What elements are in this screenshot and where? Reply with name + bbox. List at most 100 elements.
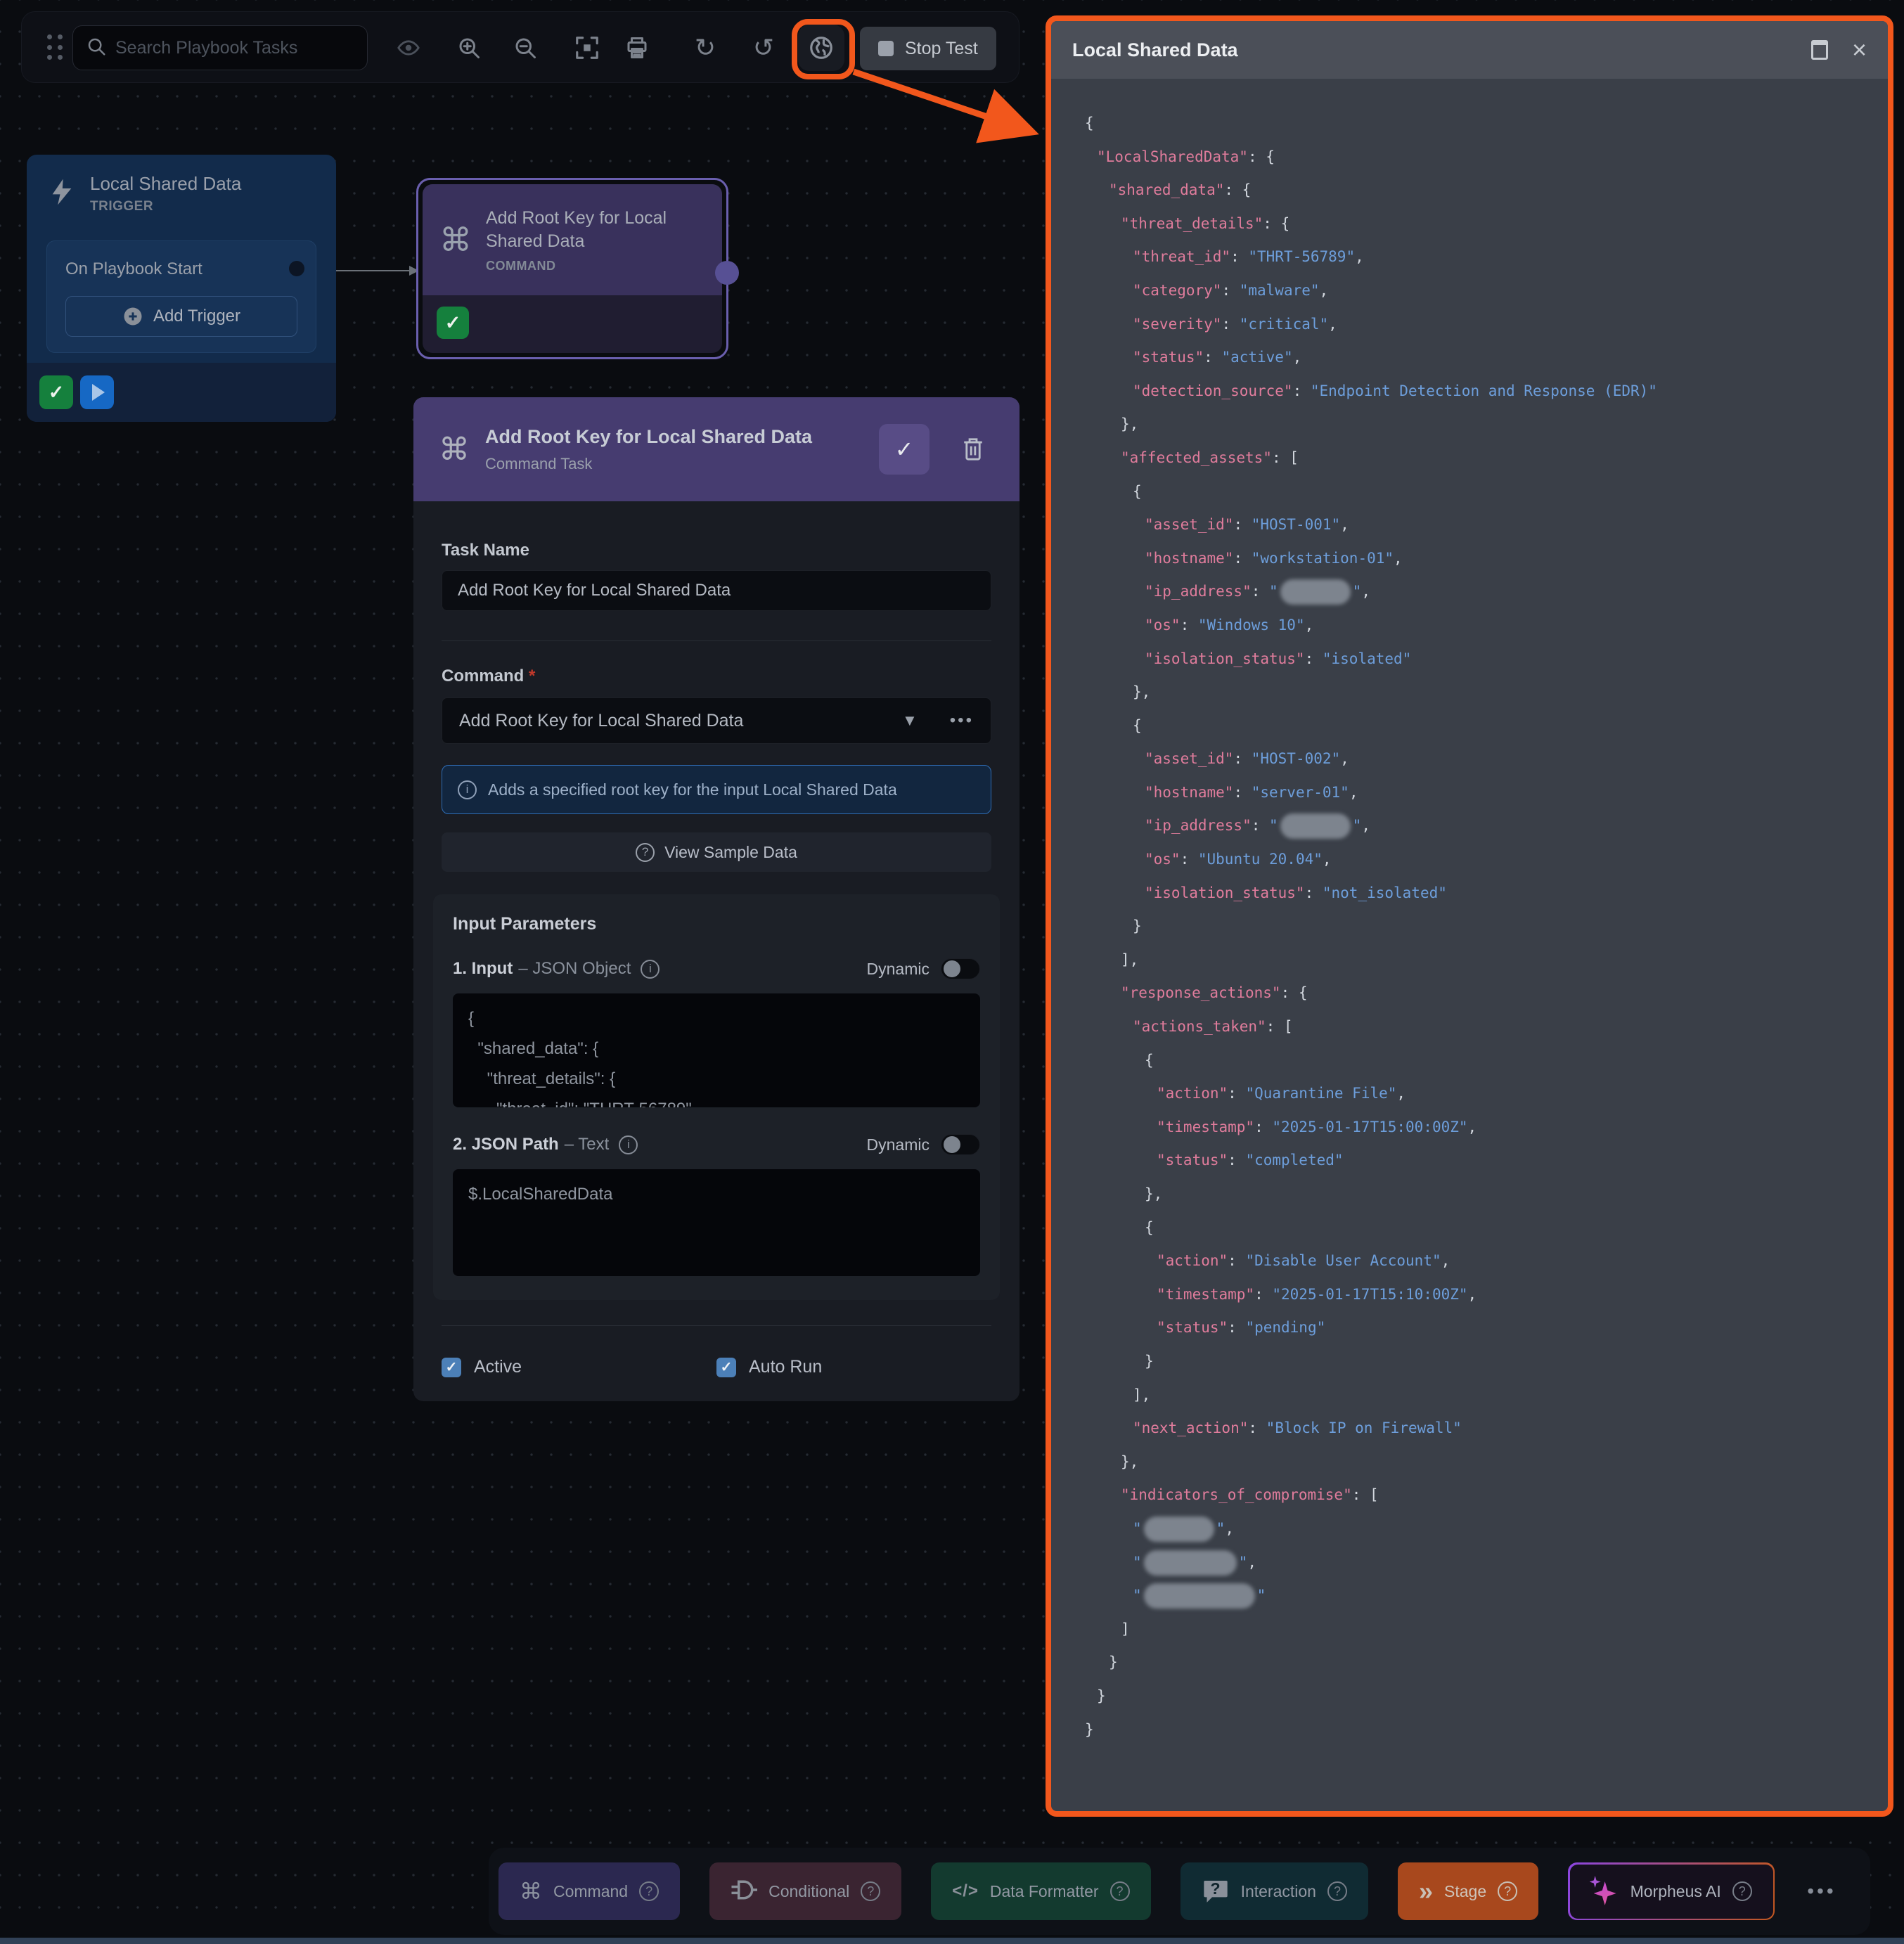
redo-icon[interactable]: ↻ (682, 25, 728, 71)
confirm-task-button[interactable]: ✓ (879, 424, 930, 475)
undo-icon[interactable]: ↺ (740, 25, 787, 71)
help-icon[interactable]: ? (1327, 1881, 1347, 1901)
trigger-node[interactable]: Local Shared Data TRIGGER On Playbook St… (27, 155, 336, 422)
json-path-editor[interactable]: $.LocalSharedData (453, 1169, 980, 1276)
dynamic-toggle[interactable] (941, 1134, 980, 1155)
output-port[interactable] (715, 261, 739, 285)
palette-data-formatter-button[interactable]: </> Data Formatter ? (931, 1862, 1150, 1920)
active-checkbox[interactable]: ✓ Active (442, 1357, 716, 1377)
json-line: "isolation_status": "isolated" (1085, 643, 1867, 676)
divider (442, 1325, 991, 1326)
json-line: ], (1085, 1379, 1867, 1412)
task-name-label: Task Name (442, 541, 991, 560)
command-node-type: COMMAND (486, 259, 683, 273)
command-options-button[interactable]: ••• (950, 711, 974, 730)
json-line: ], (1085, 944, 1867, 977)
json-line: { (1085, 709, 1867, 743)
input-json-editor[interactable]: { "shared_data": { "threat_details": { "… (453, 993, 980, 1107)
json-line: } (1085, 910, 1867, 944)
command-node[interactable]: ⌘ Add Root Key for Local Shared Data COM… (416, 178, 728, 359)
json-line: "status": "completed" (1085, 1144, 1867, 1178)
chat-bubble-icon: ? (1202, 1877, 1230, 1905)
trash-icon (961, 436, 985, 463)
command-node-title: Add Root Key for Local Shared Data (486, 207, 683, 253)
search-icon (86, 36, 107, 60)
help-icon[interactable]: ? (1498, 1881, 1517, 1901)
redacted-value (1144, 1550, 1237, 1576)
zoom-out-button[interactable] (502, 25, 548, 71)
json-line: { (1085, 475, 1867, 509)
json-line: "status": "pending" (1085, 1311, 1867, 1345)
dynamic-toggle[interactable] (941, 958, 980, 979)
json-line: "response_actions": { (1085, 977, 1867, 1010)
maximize-icon[interactable] (1811, 40, 1828, 60)
chevron-down-icon[interactable]: ▼ (902, 712, 918, 730)
palette-command-button[interactable]: ⌘ Command ? (498, 1862, 680, 1920)
json-line: "os": "Ubuntu 20.04", (1085, 843, 1867, 877)
fit-view-button[interactable] (564, 25, 610, 71)
input-parameters-heading: Input Parameters (453, 914, 980, 934)
logic-gate-icon (731, 1878, 757, 1905)
command-select[interactable]: Add Root Key for Local Shared Data ▼ ••• (442, 697, 991, 744)
stop-icon (878, 41, 894, 56)
search-box[interactable] (72, 25, 368, 70)
json-line: "timestamp": "2025-01-17T15:10:00Z", (1085, 1278, 1867, 1312)
data-panel-title: Local Shared Data (1072, 39, 1811, 61)
trigger-event-card: On Playbook Start Add Trigger (46, 240, 316, 353)
view-sample-data-button[interactable]: ? View Sample Data (442, 832, 991, 872)
json-line: "os": "Windows 10", (1085, 609, 1867, 643)
task-panel-subtitle: Command Task (485, 455, 863, 473)
palette-interaction-button[interactable]: ? Interaction ? (1181, 1862, 1368, 1920)
json-line: { (1085, 107, 1867, 141)
node-success-button[interactable]: ✓ (437, 307, 469, 339)
close-icon[interactable]: × (1852, 37, 1867, 63)
json-line: "category": "malware", (1085, 274, 1867, 308)
auto-run-checkbox[interactable]: ✓ Auto Run (716, 1357, 991, 1377)
delete-task-button[interactable] (952, 424, 994, 475)
dynamic-label: Dynamic (867, 960, 930, 979)
json-line: "asset_id": "HOST-002", (1085, 742, 1867, 776)
redacted-value (1144, 1517, 1214, 1542)
json-line: "isolation_status": "not_isolated" (1085, 877, 1867, 910)
trigger-node-title: Local Shared Data (90, 173, 241, 195)
print-button[interactable] (614, 25, 660, 71)
palette-more-button[interactable]: ••• (1807, 1880, 1836, 1903)
trigger-node-type: TRIGGER (90, 199, 241, 214)
json-line: "shared_data": { (1085, 174, 1867, 207)
search-input[interactable] (115, 38, 354, 58)
drag-handle-icon[interactable] (47, 34, 64, 61)
help-icon[interactable]: ? (1110, 1881, 1130, 1901)
json-line: "indicators_of_compromise": [ (1085, 1479, 1867, 1512)
help-icon[interactable]: ? (861, 1881, 880, 1901)
add-trigger-button[interactable]: Add Trigger (65, 296, 297, 337)
json-line: "timestamp": "2025-01-17T15:00:00Z", (1085, 1111, 1867, 1145)
zoom-in-button[interactable] (446, 25, 492, 71)
json-line: } (1085, 1345, 1867, 1379)
palette-stage-button[interactable]: » Stage ? (1398, 1862, 1538, 1920)
required-marker: * (529, 667, 535, 685)
palette-conditional-button[interactable]: Conditional ? (709, 1862, 901, 1920)
redacted-value (1280, 579, 1351, 605)
local-shared-data-panel: Local Shared Data × {"LocalSharedData": … (1046, 15, 1893, 1817)
play-icon (92, 384, 105, 401)
redacted-value (1280, 813, 1351, 839)
command-info-box: i Adds a specified root key for the inpu… (442, 765, 991, 814)
bottom-edge-bar (0, 1938, 1904, 1944)
palette-morpheus-ai-button[interactable]: Morpheus AI ? (1568, 1862, 1775, 1920)
node-success-button[interactable]: ✓ (39, 375, 73, 409)
trigger-event-label: On Playbook Start (65, 259, 202, 279)
task-name-input[interactable]: Add Root Key for Local Shared Data (442, 570, 991, 611)
json-line: "hostname": "workstation-01", (1085, 542, 1867, 576)
help-icon[interactable]: ? (1732, 1881, 1752, 1901)
output-port[interactable] (289, 261, 304, 276)
node-run-button[interactable] (80, 375, 114, 409)
stop-test-button[interactable]: Stop Test (860, 27, 996, 70)
help-icon[interactable]: ? (639, 1881, 659, 1901)
global-data-button[interactable] (798, 25, 844, 71)
json-line: "asset_id": "HOST-001", (1085, 508, 1867, 542)
json-line: "threat_id": "THRT-56789", (1085, 240, 1867, 274)
json-line: "ip_address": "", (1085, 809, 1867, 843)
sparkle-icon (1591, 1876, 1619, 1907)
json-line: "" (1085, 1579, 1867, 1613)
preview-eye-button[interactable] (385, 25, 432, 71)
